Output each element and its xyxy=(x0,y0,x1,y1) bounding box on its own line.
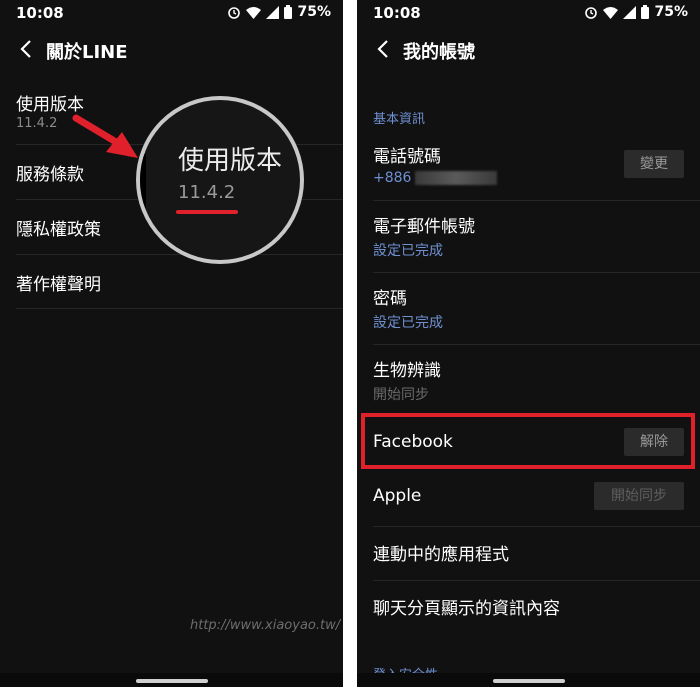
phone-number-prefix: +886 xyxy=(373,170,412,186)
biometric-status: 開始同步 xyxy=(373,387,429,403)
apple-sync-button[interactable]: 開始同步 xyxy=(594,482,684,510)
signal-icon xyxy=(623,5,637,19)
apple-title: Apple xyxy=(373,486,422,506)
privacy-policy-label: 隱私權政策 xyxy=(16,220,101,240)
signal-icon xyxy=(266,5,280,19)
status-icons: 75% xyxy=(584,4,688,20)
status-bar: 10:08 75% xyxy=(357,0,700,26)
linked-apps-row[interactable]: 連動中的應用程式 xyxy=(373,526,700,581)
password-title: 密碼 xyxy=(373,289,407,309)
magnifier-version-value: 11.4.2 xyxy=(178,182,236,203)
email-account-title: 電子郵件帳號 xyxy=(373,217,475,237)
status-bar: 10:08 75% xyxy=(0,0,343,26)
phone-number-title: 電話號碼 xyxy=(373,147,441,167)
page-title: 我的帳號 xyxy=(403,42,475,63)
copyright-notice-label: 著作權聲明 xyxy=(16,275,101,295)
home-pill[interactable] xyxy=(135,679,208,683)
magnifier-edge xyxy=(140,154,146,208)
copyright-notice-row[interactable]: 著作權聲明 xyxy=(16,254,343,309)
battery-percent: 75% xyxy=(297,4,331,20)
red-arrow-annotation xyxy=(72,114,138,158)
email-account-status: 設定已完成 xyxy=(373,243,443,259)
wifi-icon xyxy=(246,6,262,19)
phone-number-row[interactable]: 電話號碼 +886 變更 xyxy=(373,132,700,201)
chat-tab-info-title: 聊天分頁顯示的資訊內容 xyxy=(373,599,560,619)
home-pill[interactable] xyxy=(492,679,565,683)
password-status: 設定已完成 xyxy=(373,315,443,331)
chat-tab-info-row[interactable]: 聊天分頁顯示的資訊內容 xyxy=(373,580,700,634)
phone-number-value: +886 xyxy=(373,170,498,186)
phone-number-redacted xyxy=(415,171,498,185)
watermark: http://www.xiaoyao.tw/ xyxy=(190,618,341,633)
page-title: 關於LINE xyxy=(46,42,128,63)
version-value: 11.4.2 xyxy=(16,116,58,131)
alarm-icon xyxy=(585,7,598,19)
battery-percent: 75% xyxy=(654,4,688,20)
magnifier-zoom: 使用版本 11.4.2 xyxy=(136,96,304,264)
status-time: 10:08 xyxy=(16,4,64,22)
change-phone-button[interactable]: 變更 xyxy=(624,150,684,178)
page-header: 我的帳號 xyxy=(357,36,700,64)
linked-apps-title: 連動中的應用程式 xyxy=(373,545,509,565)
wifi-icon xyxy=(603,6,619,19)
navigation-bar xyxy=(0,673,343,687)
section-basic-info: 基本資訊 xyxy=(373,112,426,127)
battery-icon xyxy=(641,5,650,19)
apple-row[interactable]: Apple 開始同步 xyxy=(373,470,700,527)
password-row[interactable]: 密碼 設定已完成 xyxy=(373,272,700,345)
my-account-screen: 10:08 75% 我的帳號 基本資訊 電話號碼 +886 變更 電子郵件帳號 … xyxy=(357,0,700,687)
battery-icon xyxy=(284,5,293,19)
biometric-row[interactable]: 生物辨識 開始同步 xyxy=(373,344,700,412)
back-arrow-icon[interactable] xyxy=(375,38,393,60)
biometric-title: 生物辨識 xyxy=(373,361,441,381)
page-header: 關於LINE xyxy=(0,36,343,64)
email-account-row[interactable]: 電子郵件帳號 設定已完成 xyxy=(373,200,700,273)
status-time: 10:08 xyxy=(373,4,421,22)
about-line-screen: 10:08 75% 關於LINE 使用版本 11.4.2 服務條款 隱私權政策 … xyxy=(0,0,343,687)
red-underline-annotation xyxy=(176,210,238,214)
alarm-icon xyxy=(228,7,241,19)
navigation-bar xyxy=(357,673,700,687)
status-icons: 75% xyxy=(227,4,331,20)
red-highlight-box-annotation xyxy=(361,413,695,469)
back-arrow-icon[interactable] xyxy=(18,38,36,60)
magnifier-version-title: 使用版本 xyxy=(178,146,283,176)
